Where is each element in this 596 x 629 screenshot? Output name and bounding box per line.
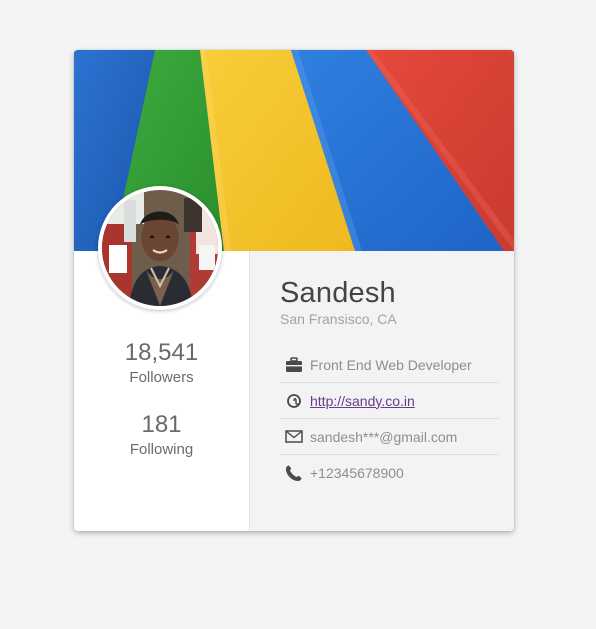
email-row: sandesh***@gmail.com — [280, 419, 499, 455]
following-count: 181 — [141, 411, 182, 438]
avatar-photo — [102, 190, 218, 306]
profile-card: 18,541 Followers 181 Following Sandesh S… — [74, 50, 514, 531]
avatar[interactable] — [98, 186, 222, 310]
phone-row: +12345678900 — [280, 455, 499, 490]
at-sign-icon — [284, 391, 304, 411]
following-label: Following — [129, 441, 194, 458]
website-row: http://sandy.co.in — [280, 383, 499, 419]
job-row: Front End Web Developer — [280, 347, 499, 383]
profile-name: Sandesh — [280, 277, 396, 309]
email-address[interactable]: sandesh***@gmail.com — [310, 429, 457, 445]
followers-label: Followers — [129, 369, 194, 386]
details-panel: Sandesh San Fransisco, CA Front End Web … — [249, 251, 514, 531]
phone-number[interactable]: +12345678900 — [310, 465, 404, 481]
briefcase-icon — [284, 355, 304, 375]
envelope-icon — [284, 427, 304, 447]
phone-icon — [284, 463, 304, 483]
website-link[interactable]: http://sandy.co.in — [310, 393, 415, 409]
followers-count: 18,541 — [124, 339, 199, 366]
profile-location: San Fransisco, CA — [280, 311, 397, 327]
followers-stat[interactable]: 18,541 Followers — [74, 339, 249, 388]
contact-list: Front End Web Developer http://sandy.co.… — [280, 347, 499, 490]
following-stat[interactable]: 181 Following — [74, 411, 249, 460]
job-title: Front End Web Developer — [310, 356, 472, 373]
